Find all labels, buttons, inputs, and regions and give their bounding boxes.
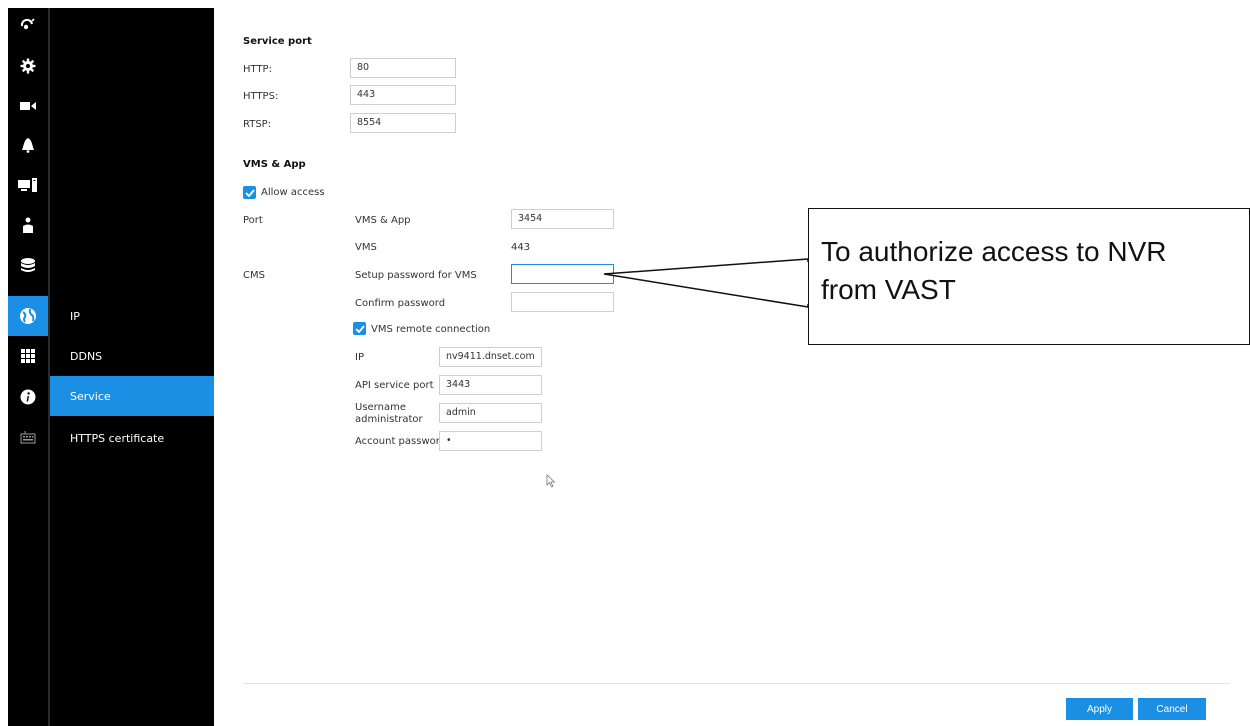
- http-label: HTTP:: [243, 64, 272, 75]
- rtsp-label: RTSP:: [243, 119, 272, 130]
- account-password-label: Account password: [355, 436, 447, 447]
- callout-line-1: To authorize access to NVR: [821, 236, 1167, 267]
- icon-rail: [8, 8, 48, 726]
- checkmark-icon: [244, 188, 255, 197]
- cms-label: CMS: [243, 270, 265, 281]
- apps-grid-icon[interactable]: [8, 339, 48, 373]
- subnav-item-service[interactable]: Service: [50, 376, 214, 416]
- account-password-input[interactable]: •: [439, 431, 542, 451]
- camera-icon[interactable]: [8, 89, 48, 123]
- confirm-password-label: Confirm password: [355, 298, 446, 309]
- http-port-input[interactable]: 80: [350, 58, 456, 78]
- vms-app-port-label: VMS & App: [355, 215, 411, 226]
- subnav-item-label: DDNS: [70, 349, 103, 363]
- rtsp-port-input[interactable]: 8554: [350, 113, 456, 133]
- storage-icon[interactable]: [8, 248, 48, 282]
- https-label: HTTPS:: [243, 91, 279, 102]
- mouse-cursor-icon: [546, 474, 556, 488]
- footer-divider: [244, 683, 1230, 684]
- subnav-item-label: IP: [70, 309, 80, 323]
- allow-access-label: Allow access: [261, 187, 325, 198]
- keyboard-icon[interactable]: [8, 420, 48, 454]
- vms-remote-connection-checkbox[interactable]: [353, 322, 366, 335]
- subnav-item-https-certificate[interactable]: HTTPS certificate: [50, 418, 214, 458]
- allow-access-checkbox[interactable]: [243, 186, 256, 199]
- live-view-icon[interactable]: [8, 8, 48, 42]
- port-label: Port: [243, 215, 263, 226]
- setup-password-label: Setup password for VMS: [355, 270, 477, 281]
- network-subnav: IP DDNS Service HTTPS certificate: [50, 8, 214, 726]
- vms-remote-connection-label: VMS remote connection: [371, 324, 491, 335]
- checkmark-icon: [354, 324, 365, 333]
- vms-port-value: 443: [511, 242, 531, 253]
- subnav-item-ip[interactable]: IP: [50, 296, 214, 336]
- username-input[interactable]: admin: [439, 403, 542, 423]
- settings-gear-icon[interactable]: [8, 49, 48, 83]
- username-label-2: administrator: [355, 414, 423, 425]
- confirm-password-input[interactable]: [511, 292, 614, 312]
- annotation-callout: To authorize access to NVR from VAST: [808, 208, 1250, 345]
- subnav-item-label: Service: [70, 389, 111, 403]
- vms-app-port-input[interactable]: 3454: [511, 209, 614, 229]
- info-icon[interactable]: [8, 380, 48, 414]
- api-service-port-label: API service port: [355, 380, 434, 391]
- username-label: Username: [355, 402, 406, 413]
- remote-ip-input[interactable]: nv9411.dnset.com: [439, 347, 542, 367]
- cancel-button[interactable]: Cancel: [1138, 698, 1206, 720]
- service-port-title: Service port: [243, 36, 312, 47]
- setup-password-input[interactable]: [511, 264, 614, 284]
- system-monitor-icon[interactable]: [8, 168, 48, 202]
- apply-button[interactable]: Apply: [1066, 698, 1133, 720]
- user-icon[interactable]: [8, 208, 48, 242]
- network-globe-icon[interactable]: [8, 296, 48, 336]
- subnav-item-label: HTTPS certificate: [70, 431, 165, 445]
- https-port-input[interactable]: 443: [350, 85, 456, 105]
- api-service-port-input[interactable]: 3443: [439, 375, 542, 395]
- vms-app-title: VMS & App: [243, 159, 306, 170]
- remote-ip-label: IP: [355, 352, 364, 363]
- alarm-bell-icon[interactable]: [8, 128, 48, 162]
- subnav-item-ddns[interactable]: DDNS: [50, 336, 214, 376]
- callout-line-2: from VAST: [821, 274, 956, 305]
- vms-port-label: VMS: [355, 242, 377, 253]
